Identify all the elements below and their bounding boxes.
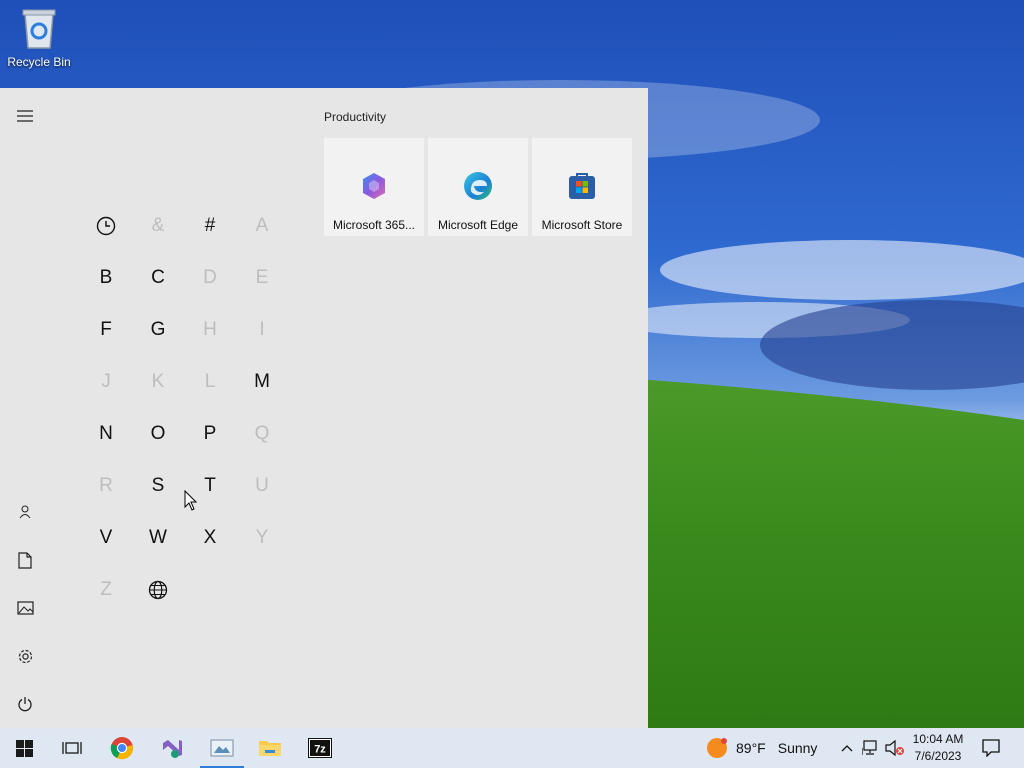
system-clock[interactable]: 10:04 AM 7/6/2023 [906,731,970,765]
letter-r: R [99,475,113,496]
letter-i: I [259,319,265,340]
letter-s[interactable]: S [132,460,184,512]
letter-d: D [203,267,217,288]
letter-w[interactable]: W [132,512,184,564]
letter-y: Y [255,527,269,548]
sun-icon [707,738,727,758]
start-menu: & # A B C D E F G H I J K L M N O P Q R … [0,88,648,728]
store-icon [569,173,595,199]
letter-c[interactable]: C [132,252,184,304]
letter-g[interactable]: G [132,304,184,356]
letter-b[interactable]: B [80,252,132,304]
weather-temperature: 89°F [736,740,766,756]
letter-v[interactable]: V [80,512,132,564]
tile-label: Microsoft Store [541,218,623,232]
taskbar: 7z 89°F Sunny 10:04 AM 7/6/2023 [0,728,1024,768]
letter-n[interactable]: N [80,408,132,460]
tile-microsoft-store[interactable]: Microsoft Store [532,138,632,236]
action-center-icon [982,739,1000,757]
letter-k: K [151,371,165,392]
task-view-button[interactable] [48,728,96,768]
document-icon[interactable] [0,540,50,580]
weather-condition: Sunny [777,740,818,756]
task-view-icon [62,742,82,754]
microsoft-365-icon [363,173,385,199]
letter-z: Z [100,579,112,600]
chevron-up-icon [841,745,853,752]
recycle-bin-icon [22,9,56,49]
letter-q: Q [254,423,270,444]
group-title: Productivity [324,110,387,124]
edge-icon [464,172,492,200]
letter-u: U [255,475,269,496]
letter-h: H [203,319,217,340]
start-icon [15,739,33,757]
7zip-icon: 7z [308,738,332,758]
snipping-tool-button[interactable] [198,728,246,768]
user-icon[interactable] [0,492,50,532]
tile-label: Microsoft 365... [332,218,416,232]
letter-hash[interactable]: # [184,200,236,252]
globe-icon[interactable] [132,564,184,616]
pictures-icon[interactable] [0,588,50,628]
letter-p[interactable]: P [184,408,236,460]
clock-time: 10:04 AM [912,732,964,746]
file-explorer-button[interactable] [246,728,294,768]
letter-ampersand: & [151,215,165,236]
tile-microsoft-edge[interactable]: Microsoft Edge [428,138,528,236]
action-center-button[interactable] [976,728,1006,768]
start-menu-rail [0,88,50,728]
letter-f[interactable]: F [80,304,132,356]
show-hidden-icons-button[interactable] [838,728,856,768]
snipping-tool-icon [210,739,234,757]
letter-e: E [255,267,269,288]
7zip-button[interactable]: 7z [296,728,344,768]
letter-a: A [255,215,269,236]
chrome-button[interactable] [98,728,146,768]
tile-label: Microsoft Edge [437,218,519,232]
visual-studio-icon [163,740,182,758]
tile-microsoft-365[interactable]: Microsoft 365... [324,138,424,236]
chrome-icon [110,737,133,760]
file-explorer-icon [259,741,281,756]
network-button[interactable] [860,728,882,768]
letter-o[interactable]: O [132,408,184,460]
clock-date: 7/6/2023 [914,749,962,763]
weather-widget[interactable]: 89°F Sunny [706,728,817,768]
letter-x[interactable]: X [184,512,236,564]
power-icon[interactable] [0,684,50,724]
recent-clock-icon[interactable] [80,200,132,252]
letter-l: L [204,371,216,392]
volume-button[interactable] [884,728,906,768]
network-icon [862,740,877,755]
start-button[interactable] [0,728,48,768]
letter-m[interactable]: M [236,356,288,408]
mouse-cursor-icon [184,490,198,511]
letter-j: J [101,371,111,392]
recycle-bin-label: Recycle Bin [7,55,71,69]
settings-icon[interactable] [0,636,50,676]
hamburger-menu-icon[interactable] [0,96,50,136]
volume-muted-icon [885,740,904,756]
svg-text:7z: 7z [314,744,326,756]
recycle-bin-shortcut[interactable]: Recycle Bin [4,6,74,76]
visual-studio-button[interactable] [148,728,196,768]
